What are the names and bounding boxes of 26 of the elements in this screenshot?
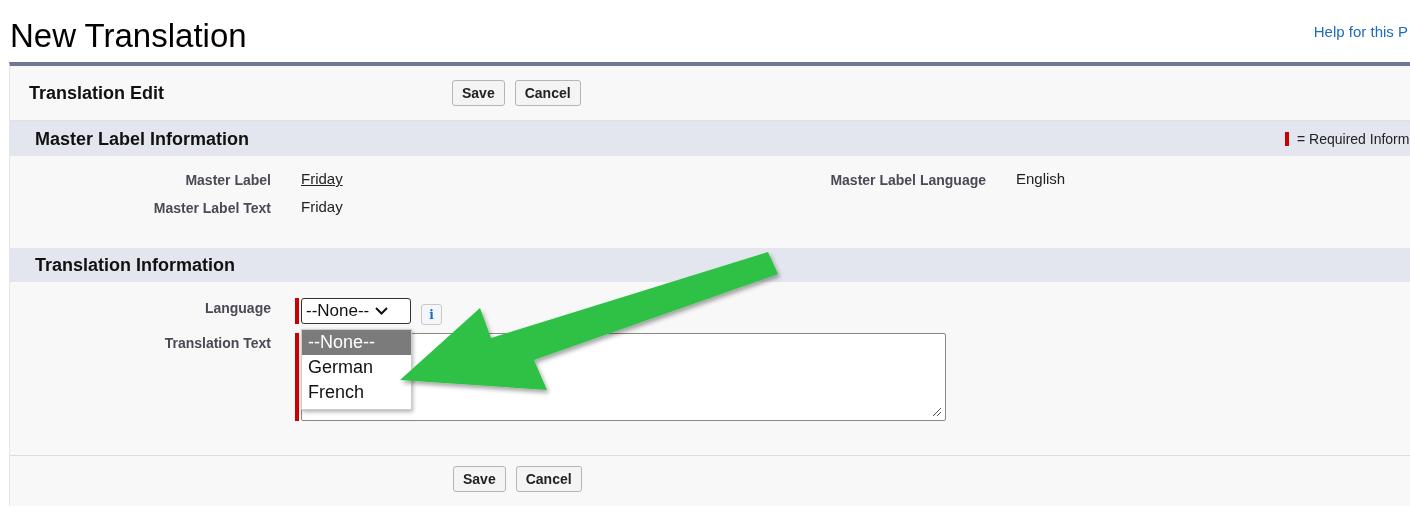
toolbar-button[interactable]: Save [452, 80, 505, 106]
field-label: Master Label Text [152, 199, 271, 216]
section-title: Master Label Information [35, 128, 250, 150]
field-label: Language [203, 299, 271, 316]
help-link[interactable]: Help for this P [1313, 23, 1408, 40]
dropdown-option[interactable]: --None-- [302, 330, 411, 355]
field-label: Translation Text [163, 334, 271, 351]
dropdown-option[interactable]: German [302, 355, 411, 380]
info-button[interactable]: i [421, 304, 442, 325]
toolbar-button[interactable]: Save [453, 466, 506, 492]
required-legend: = Required Inform [1297, 131, 1410, 147]
toolbar-button[interactable]: Cancel [515, 466, 582, 492]
field-label: Master Label Language [829, 171, 986, 188]
language-select[interactable]: --None-- [301, 298, 411, 324]
field-link[interactable]: Friday [301, 170, 343, 187]
dropdown-option[interactable]: French [302, 380, 411, 405]
required-marker [1285, 132, 1289, 146]
toolbar-button[interactable]: Cancel [514, 80, 581, 106]
section-title: Translation Information [35, 254, 235, 276]
resize-grip-icon[interactable] [932, 407, 942, 417]
panel-title: Translation Edit [28, 82, 166, 104]
field-value: Friday [301, 198, 343, 215]
chevron-down-icon [375, 307, 389, 315]
page-title: New Translation [10, 16, 247, 56]
field-value: English [1016, 170, 1066, 187]
field-label: Master Label [184, 171, 271, 188]
